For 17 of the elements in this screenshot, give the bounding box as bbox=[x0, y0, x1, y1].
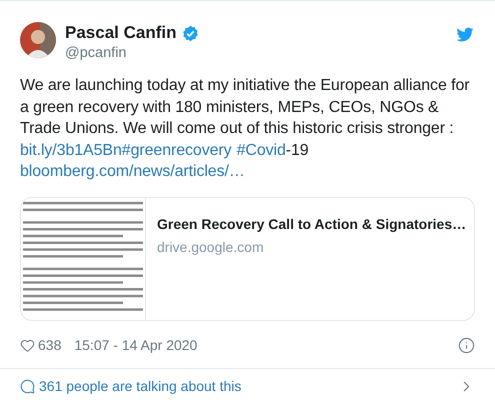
conversation-link[interactable]: 361 people are talking about this bbox=[39, 376, 242, 397]
timestamp[interactable]: 15:07 - 14 Apr 2020 bbox=[74, 335, 198, 356]
author-name[interactable]: Pascal Canfin bbox=[65, 22, 176, 44]
card-title: Green Recovery Call to Action & Signatories… bbox=[157, 214, 466, 234]
card-domain: drive.google.com bbox=[157, 238, 265, 256]
tweet-link[interactable]: #greenrecovery bbox=[122, 142, 232, 158]
bird-logo-icon[interactable] bbox=[455, 26, 475, 43]
tweet-text: We are launching today at my initiative the European alliance for a green recovery with 180 ministers, MEPs, CEOs, NGOs & Trade Unions. We will come out of this historic crisis stronger : bit.ly/3b1A5Bn#greenrecovery #Covid-19 bloomberg.com/news/articles/… bbox=[19, 76, 470, 182]
info-icon[interactable] bbox=[458, 337, 475, 354]
tweet-link[interactable]: #Covid bbox=[236, 142, 286, 158]
speech-bubble-icon[interactable] bbox=[20, 379, 35, 394]
tweet-link[interactable]: bloomberg.com/news/articles/… bbox=[20, 163, 245, 180]
author-handle[interactable]: @pcanfin bbox=[65, 44, 198, 62]
tweet-link[interactable]: bit.ly/3b1A5Bn bbox=[20, 142, 122, 158]
link-card[interactable]: Green Recovery Call to Action & Signatories… drive.google.com bbox=[20, 196, 475, 320]
like-count[interactable]: 638 bbox=[38, 335, 62, 356]
heart-icon[interactable] bbox=[20, 338, 35, 353]
